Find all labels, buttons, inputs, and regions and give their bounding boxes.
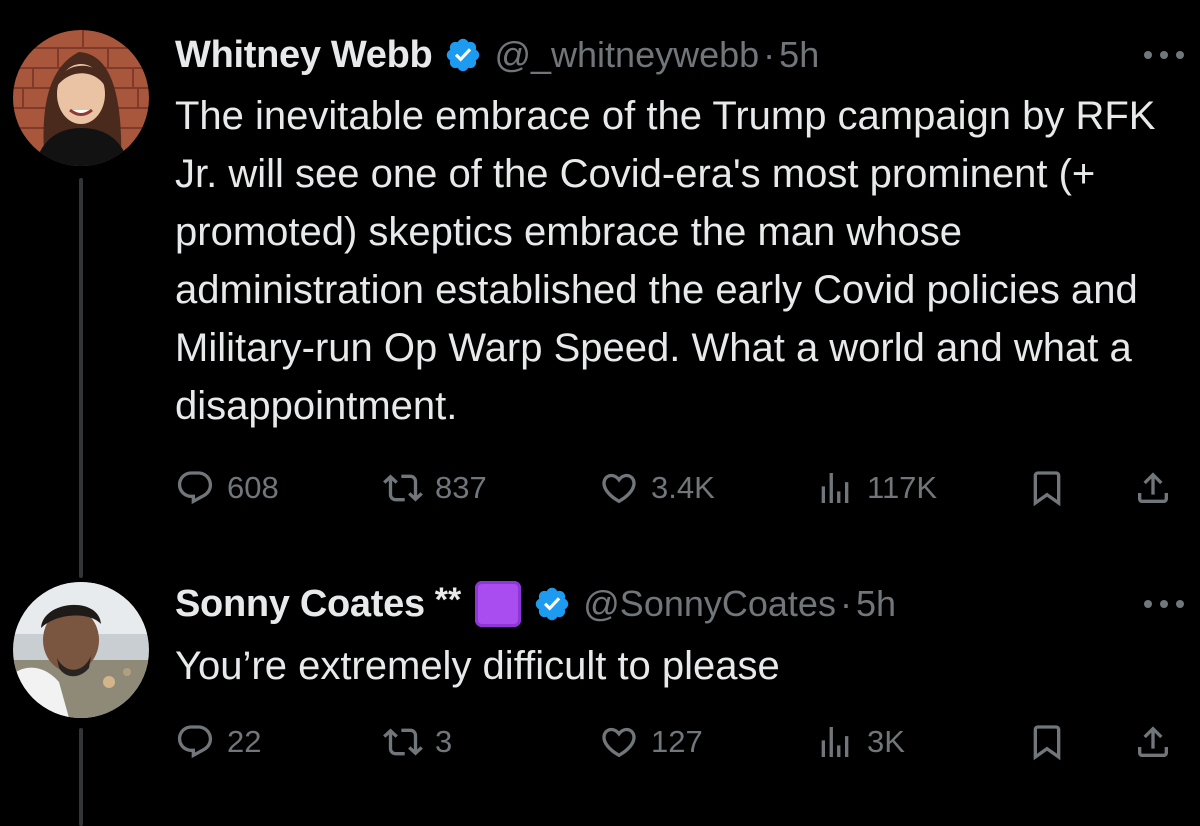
repost-count: 3 (435, 724, 453, 759)
view-count: 3K (867, 724, 905, 759)
timestamp[interactable]: 5h (779, 34, 819, 76)
thread-line (79, 728, 83, 826)
share-button[interactable] (1133, 466, 1173, 510)
views-icon (821, 473, 849, 503)
avatar[interactable] (13, 30, 149, 166)
tweet-header: Sonny Coates ** @SonnyCoates · 5h (175, 579, 896, 629)
verified-badge-icon[interactable] (533, 585, 571, 623)
reply-button[interactable]: 608 (175, 466, 279, 510)
purple-square-emoji (475, 581, 522, 627)
handle[interactable]: @_whitneywebb (494, 34, 759, 76)
share-icon (1138, 726, 1168, 757)
timestamp[interactable]: 5h (856, 583, 896, 625)
reply-icon (177, 471, 213, 505)
views-button[interactable]: 3K (815, 720, 905, 764)
tweet-text: You’re extremely difficult to please (175, 644, 780, 688)
like-button[interactable]: 3.4K (599, 466, 715, 510)
separator-dot: · (763, 34, 776, 75)
more-options-icon[interactable] (1144, 49, 1184, 61)
bookmark-button[interactable] (1027, 720, 1067, 764)
reply-count: 608 (227, 470, 279, 505)
separator-dot: · (839, 583, 852, 624)
like-icon (602, 727, 636, 758)
repost-button[interactable]: 3 (383, 720, 452, 764)
action-bar: 608 837 3.4K 117K (175, 466, 1175, 510)
bookmark-button[interactable] (1027, 466, 1067, 510)
display-name[interactable]: Sonny Coates (175, 583, 425, 626)
repost-count: 837 (435, 470, 487, 505)
like-count: 3.4K (651, 470, 715, 505)
reply-icon (177, 725, 213, 759)
tweet-text: The inevitable embrace of the Trump camp… (175, 94, 1156, 428)
handle[interactable]: @SonnyCoates (583, 583, 836, 625)
tweet-header: Whitney Webb @_whitneywebb · 5h (175, 30, 819, 80)
avatar[interactable] (13, 582, 149, 718)
views-button[interactable]: 117K (815, 466, 937, 510)
like-icon (602, 473, 636, 504)
repost-icon (383, 728, 423, 756)
share-icon (1138, 472, 1168, 503)
more-options-icon[interactable] (1144, 598, 1184, 610)
display-name[interactable]: Whitney Webb (175, 34, 433, 77)
views-icon (821, 727, 849, 757)
like-button[interactable]: 127 (599, 720, 703, 764)
name-suffix: ** (434, 580, 462, 619)
reply-count: 22 (227, 724, 262, 759)
verified-badge-icon[interactable] (444, 36, 482, 74)
bookmark-icon (1033, 725, 1061, 761)
view-count: 117K (867, 470, 938, 505)
repost-icon (383, 474, 423, 502)
share-button[interactable] (1133, 720, 1173, 764)
reply-button[interactable]: 22 (175, 720, 261, 764)
repost-button[interactable]: 837 (383, 466, 487, 510)
thread-line (79, 178, 83, 578)
action-bar: 22 3 127 3K (175, 720, 1175, 764)
like-count: 127 (651, 724, 703, 759)
bookmark-icon (1033, 471, 1061, 507)
